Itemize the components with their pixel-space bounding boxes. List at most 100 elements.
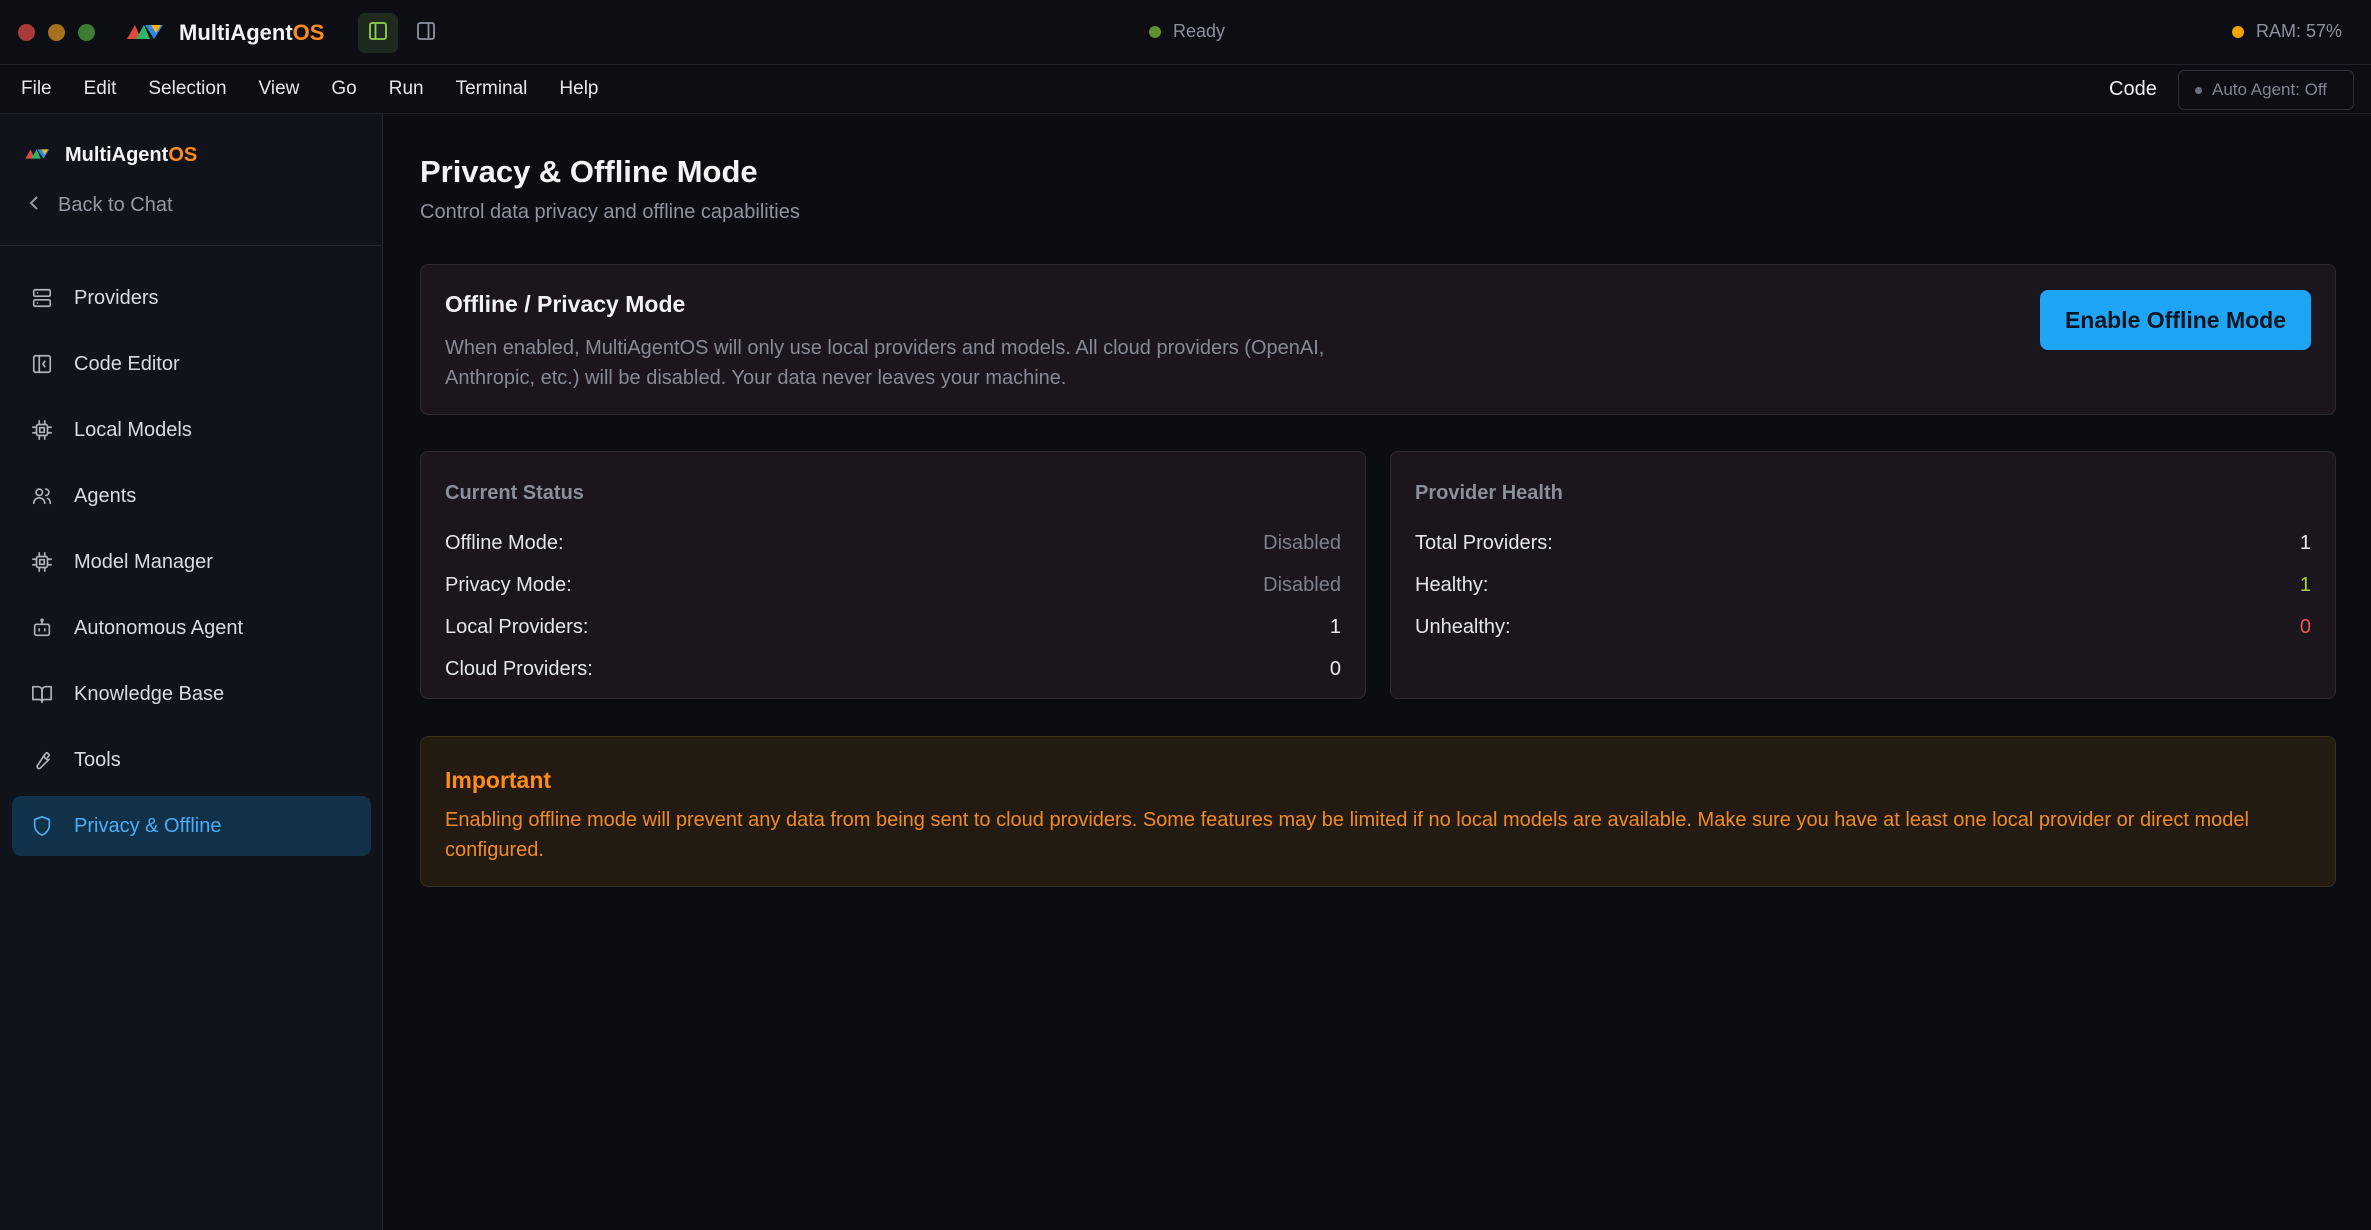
ram-dot-icon [2231,25,2244,38]
status-text: Ready [1173,21,1226,41]
status-label: Cloud Providers: [445,657,593,680]
status-label: Healthy: [1415,573,1489,596]
sidebar-item-label: Code Editor [74,352,180,375]
sidebar-item-label: Privacy & Offline [74,814,222,837]
minimize-window-button[interactable] [48,24,65,41]
status-label: Unhealthy: [1415,615,1511,638]
sidebar-item-tools[interactable]: Tools [12,730,371,790]
ram-text: RAM: 57% [2255,21,2342,41]
back-to-chat-link[interactable]: Back to Chat [28,194,173,217]
current-status-title: Current Status [445,482,584,504]
important-text: Enabling offline mode will prevent any d… [445,809,2249,861]
provider-health-card: Provider Health Total Providers: 1 Healthy… [1390,451,2336,699]
sidebar-item-knowledge-base[interactable]: Knowledge Base [12,664,371,724]
status-value: 0 [2299,615,2311,638]
menu-go[interactable]: Go [331,77,356,101]
provider-health-title: Provider Health [1415,482,1563,504]
shield-icon [30,814,54,838]
provider-health-list: Total Providers: 1 Healthy: 1 Unhealthy: 0 [1415,522,2311,648]
status-row: Unhealthy: 0 [1415,606,2311,648]
menu-file[interactable]: File [21,77,52,101]
sidebar-item-local-models[interactable]: Local Models [12,400,371,460]
status-label: Local Providers: [445,615,589,638]
status-value: 1 [1329,615,1341,638]
auto-agent-label: Auto Agent: Off [2212,80,2327,99]
users-icon [30,484,54,508]
app-title: MultiAgentOS [179,20,325,45]
status-label: Total Providers: [1415,531,1553,554]
sidebar-layout-icon [368,21,388,46]
page-title: Privacy & Offline Mode [420,154,758,189]
enable-offline-mode-button[interactable]: Enable Offline Mode [2040,290,2311,350]
important-notice: Important Enabling offline mode will pre… [420,736,2336,887]
bot-icon [30,616,54,640]
offline-card-title: Offline / Privacy Mode [445,291,686,317]
sidebar-item-label: Knowledge Base [74,682,225,705]
status-label: Offline Mode: [445,531,564,554]
status-value: 1 [2299,573,2311,596]
sidebar-item-label: Autonomous Agent [74,616,244,639]
sidebar-divider [0,245,383,246]
main-content: Privacy & Offline Mode Control data priv… [384,114,2371,1230]
status-dot-icon [1149,25,1161,38]
sidebar-item-label: Tools [74,748,121,771]
toggle-panel-button[interactable] [406,13,446,53]
menu-selection[interactable]: Selection [148,77,226,101]
chevron-left-icon [28,194,40,217]
app-logo-icon [25,147,51,165]
offline-card-description: When enabled, MultiAgentOS will only use… [445,337,1325,389]
status-label: Privacy Mode: [445,573,572,596]
code-mode-button[interactable]: Code [2109,77,2157,101]
sidebar-brand: MultiAgentOS [25,144,197,167]
status-row: Privacy Mode: Disabled [445,564,1341,606]
menu-view[interactable]: View [259,77,300,101]
code-editor-icon [30,352,54,376]
status-value: Disabled [1263,573,1341,596]
current-status-card: Current Status Offline Mode: Disabled Priv… [420,451,1366,699]
sidebar-item-providers[interactable]: Providers [12,268,371,328]
offline-mode-card: Offline / Privacy Mode When enabled, Mul… [420,264,2336,415]
status-value: 1 [2299,531,2311,554]
sidebar-item-code-editor[interactable]: Code Editor [12,334,371,394]
status-row: Local Providers: 1 [445,606,1341,648]
close-window-button[interactable] [18,24,35,41]
sidebar-item-label: Model Manager [74,550,213,573]
menu-items: File Edit Selection View Go Run Terminal Help [21,77,631,101]
settings-sidebar: MultiAgentOS Back to Chat Providers Code … [0,114,383,1230]
sidebar-item-autonomous-agent[interactable]: Autonomous Agent [12,598,371,658]
cpu-icon [30,550,54,574]
menu-run[interactable]: Run [389,77,424,101]
book-icon [30,682,54,706]
title-bar: MultiAgentOS Ready RAM: 57% [0,0,2371,65]
sidebar-item-label: Agents [74,484,137,507]
sidebar-item-label: Providers [74,286,159,309]
server-icon [30,286,54,310]
auto-agent-toggle[interactable]: Auto Agent: Off [2178,70,2354,110]
sidebar-item-label: Local Models [74,418,192,441]
page-subtitle: Control data privacy and offline capabil… [420,201,800,223]
menu-terminal[interactable]: Terminal [456,77,528,101]
status-row: Healthy: 1 [1415,564,2311,606]
current-status-list: Offline Mode: Disabled Privacy Mode: Disabl… [445,522,1341,690]
ram-indicator: RAM: 57% [2231,21,2342,42]
toggle-sidebar-button[interactable] [358,13,398,53]
menu-help[interactable]: Help [559,77,598,101]
sidebar-item-privacy-offline[interactable]: Privacy & Offline [12,796,371,856]
sidebar-item-agents[interactable]: Agents [12,466,371,526]
maximize-window-button[interactable] [78,24,95,41]
status-row: Cloud Providers: 0 [445,648,1341,690]
panel-layout-icon [416,21,436,46]
status-row: Offline Mode: Disabled [445,522,1341,564]
settings-nav: Providers Code Editor Local Models Agents Mo… [12,268,371,862]
status-value: Disabled [1263,531,1341,554]
cpu-icon [30,418,54,442]
status-indicator: Ready [1149,21,1225,42]
sidebar-item-model-manager[interactable]: Model Manager [12,532,371,592]
status-value: 0 [1329,657,1341,680]
important-title: Important [445,767,552,793]
wrench-icon [30,748,54,772]
app-logo-icon [127,23,165,46]
menu-edit[interactable]: Edit [84,77,117,101]
status-row: Total Providers: 1 [1415,522,2311,564]
menu-bar: File Edit Selection View Go Run Terminal Help C… [0,65,2371,114]
